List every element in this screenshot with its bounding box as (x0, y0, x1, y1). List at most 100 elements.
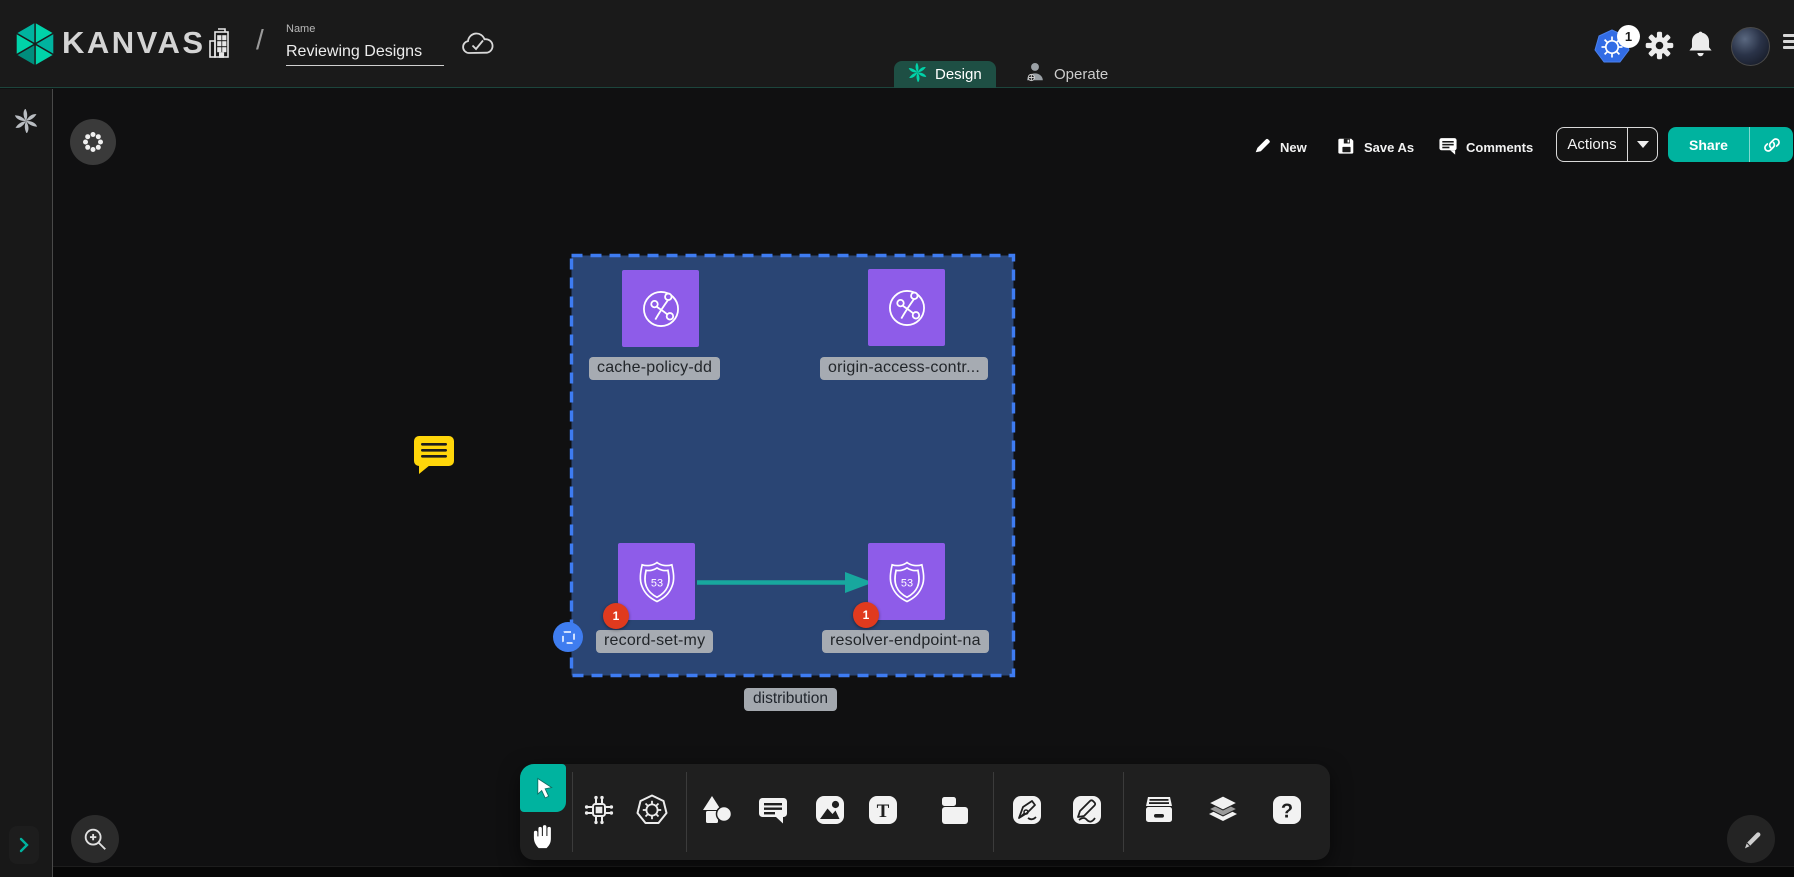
design-spiral-icon (908, 63, 927, 87)
actions-label: Actions (1557, 136, 1627, 153)
cursor-arrow-icon (530, 775, 556, 801)
tab-operate[interactable]: Operate (1010, 61, 1122, 88)
copy-link-segment[interactable] (1749, 127, 1793, 162)
new-button[interactable]: New (1253, 136, 1307, 158)
link-icon (1762, 135, 1782, 155)
pen-tool-icon (1010, 793, 1044, 827)
tab-design[interactable]: Design (894, 61, 996, 88)
notes-icon (938, 793, 972, 827)
route53-shield-icon: 53 (632, 557, 682, 607)
cloudfront-globe-icon (635, 283, 687, 335)
chevron-down-icon (1637, 141, 1649, 148)
tool-image[interactable] (813, 793, 847, 827)
node-resolver-endpoint[interactable]: 53 (868, 543, 945, 620)
circuit-chip-icon (582, 793, 616, 827)
node-label-resolver-endpoint: resolver-endpoint-na (822, 630, 989, 653)
tool-drawer[interactable] (1142, 793, 1176, 827)
bottom-edge-strip (0, 866, 1794, 877)
app-title: KANVAS (62, 25, 206, 61)
tool-pen[interactable] (1010, 793, 1044, 827)
tool-select-cursor[interactable] (520, 764, 566, 812)
node-label-record-set: record-set-my (596, 630, 713, 653)
image-icon (813, 793, 847, 827)
share-button[interactable]: Share (1668, 127, 1793, 162)
share-label: Share (1668, 137, 1749, 153)
kubernetes-count-badge: 1 (1617, 25, 1640, 48)
annotate-pen-button[interactable] (1727, 815, 1775, 863)
node-record-set[interactable]: 53 (618, 543, 695, 620)
kanvas-app: KANVAS / Name (0, 0, 1794, 877)
tool-kubernetes[interactable] (635, 793, 669, 827)
distribution-group[interactable]: cache-policy-dd origin-access-contr... 5… (569, 253, 1016, 678)
tool-components[interactable] (582, 793, 616, 827)
svg-text:T: T (877, 801, 890, 822)
canvas-flower-button[interactable] (70, 119, 116, 165)
tab-operate-label: Operate (1054, 66, 1108, 83)
help-question-icon: ? (1270, 793, 1304, 827)
comment-marker[interactable] (413, 435, 455, 480)
shapes-icon (700, 793, 734, 827)
left-sidebar (0, 89, 53, 877)
route53-shield-icon: 53 (882, 557, 932, 607)
notifications-bell-icon[interactable] (1687, 29, 1714, 65)
organization-icon[interactable] (206, 27, 236, 66)
save-as-button[interactable]: Save As (1337, 136, 1414, 158)
pencil-icon (1253, 136, 1272, 158)
group-label-distribution: distribution (744, 688, 837, 711)
menu-hamburger-icon[interactable] (1783, 34, 1794, 52)
new-label: New (1280, 140, 1307, 155)
meshery-spiral-icon[interactable] (14, 109, 38, 138)
save-as-label: Save As (1364, 140, 1414, 155)
layers-icon (1206, 793, 1240, 827)
design-name-label: Name (286, 23, 315, 35)
tab-design-label: Design (935, 66, 982, 83)
hand-icon (530, 822, 556, 850)
node-label-origin-access-control: origin-access-contr... (820, 357, 988, 380)
status-badge[interactable]: 1 (853, 602, 879, 628)
zoom-in-button[interactable] (71, 815, 119, 863)
tool-shapes[interactable] (700, 793, 734, 827)
tool-pan-hand[interactable] (528, 820, 558, 852)
breadcrumb-separator: / (256, 24, 264, 56)
status-badge[interactable]: 1 (603, 603, 629, 629)
selection-handle-icon (562, 631, 575, 644)
node-origin-access-control[interactable] (868, 269, 945, 346)
kubernetes-helm-icon (635, 793, 669, 827)
app-header: KANVAS / Name (0, 0, 1794, 88)
operate-person-icon (1024, 61, 1046, 88)
actions-dropdown-button[interactable]: Actions (1556, 127, 1658, 162)
tool-text[interactable]: T (866, 793, 900, 827)
node-cache-policy[interactable] (622, 270, 699, 347)
stylus-pen-icon (1739, 827, 1763, 851)
tool-help[interactable]: ? (1270, 793, 1304, 827)
comments-label: Comments (1466, 140, 1533, 155)
edge-record-set-to-resolver[interactable] (695, 569, 877, 596)
tool-comment[interactable] (756, 793, 790, 827)
cloudfront-globe-icon (881, 282, 933, 334)
comment-bubble-icon (1438, 136, 1458, 159)
settings-gear-icon[interactable] (1644, 30, 1675, 66)
node-label-cache-policy: cache-policy-dd (589, 357, 720, 380)
magnifier-plus-icon (81, 825, 109, 853)
toolbar-divider (572, 772, 573, 852)
tool-pencil[interactable] (1070, 793, 1104, 827)
tool-layers[interactable] (1206, 793, 1240, 827)
tool-notes[interactable] (938, 793, 972, 827)
design-name-input[interactable] (286, 38, 444, 66)
drawer-archive-icon (1142, 793, 1176, 827)
cloud-sync-icon (460, 31, 496, 64)
svg-text:53: 53 (900, 577, 912, 589)
user-avatar[interactable] (1731, 27, 1770, 66)
pencil-draw-icon (1070, 793, 1104, 827)
toolbar-divider (1123, 772, 1124, 852)
text-icon: T (866, 793, 900, 827)
floppy-disk-icon (1337, 136, 1356, 158)
sidebar-expand-chevron[interactable] (9, 826, 39, 864)
actions-caret-segment[interactable] (1627, 128, 1657, 161)
svg-text:53: 53 (650, 577, 662, 589)
toolbar-divider (686, 772, 687, 852)
svg-text:?: ? (1281, 801, 1293, 823)
group-selection-handle[interactable] (553, 622, 583, 652)
toolbar-divider (993, 772, 994, 852)
comments-button[interactable]: Comments (1438, 136, 1533, 159)
